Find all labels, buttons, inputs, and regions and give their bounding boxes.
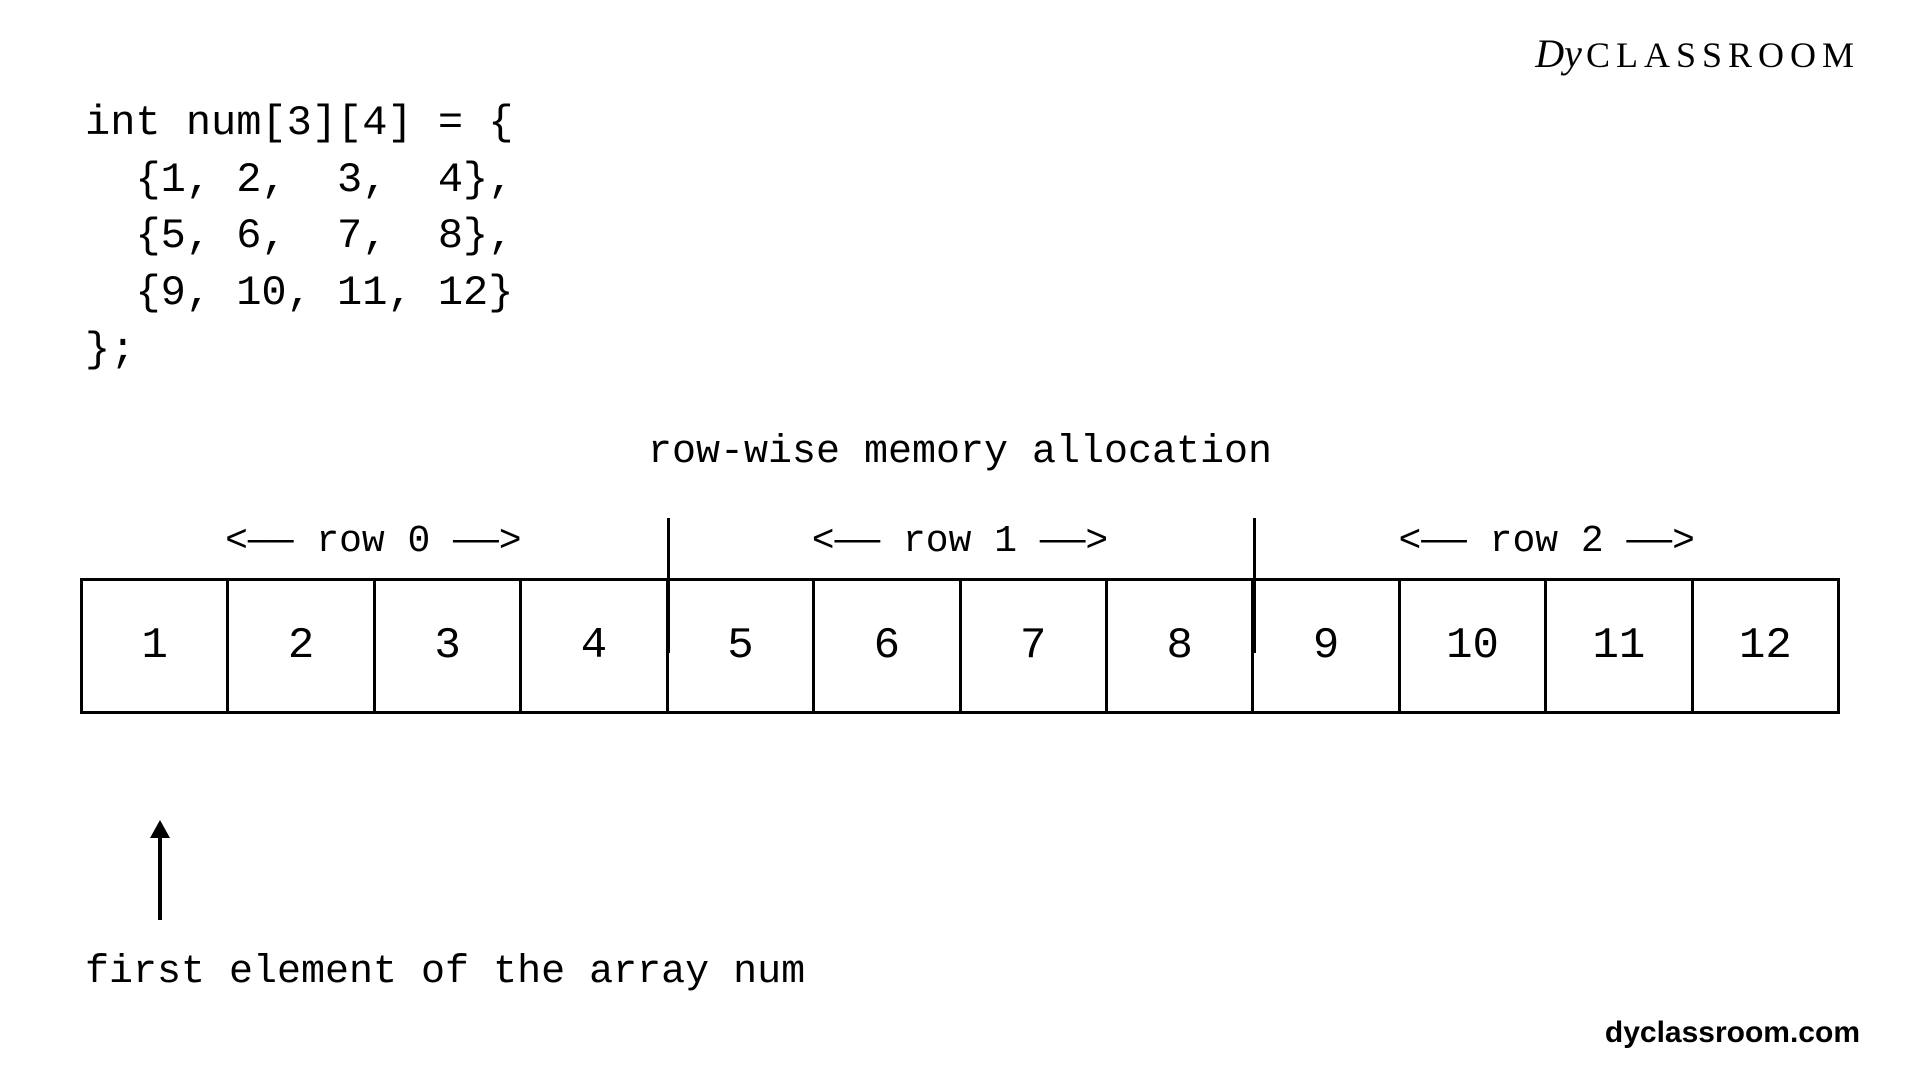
cell-4: 5 — [669, 581, 815, 711]
memory-diagram: <—— row 0 ——> <—— row 1 ——> <—— row 2 ——… — [80, 520, 1840, 714]
code-block: int num[3][4] = { {1, 2, 3, 4}, {5, 6, 7… — [85, 95, 513, 378]
cell-8: 9 — [1254, 581, 1400, 711]
row-labels: <—— row 0 ——> <—— row 1 ——> <—— row 2 ——… — [80, 520, 1840, 563]
first-element-label: first element of the array num — [85, 950, 805, 995]
footer-url: dyclassroom.com — [1605, 1016, 1860, 1050]
cell-9: 10 — [1401, 581, 1547, 711]
logo: DyCLASSROOM — [1535, 30, 1860, 77]
cell-6: 7 — [962, 581, 1108, 711]
row-label-0: <—— row 0 ——> — [80, 520, 667, 563]
arrow-up-icon — [145, 820, 175, 920]
row-label-1: <—— row 1 ——> — [667, 520, 1254, 563]
cell-1: 2 — [229, 581, 375, 711]
diagram-title: row-wise memory allocation — [648, 430, 1272, 475]
cell-5: 6 — [815, 581, 961, 711]
cell-10: 11 — [1547, 581, 1693, 711]
cell-3: 4 — [522, 581, 668, 711]
cell-11: 12 — [1694, 581, 1837, 711]
cell-7: 8 — [1108, 581, 1254, 711]
logo-prefix: Dy — [1535, 31, 1582, 76]
cell-0: 1 — [83, 581, 229, 711]
cell-2: 3 — [376, 581, 522, 711]
memory-cells: 1 2 3 4 5 6 7 8 9 10 11 12 — [80, 578, 1840, 714]
logo-text: CLASSROOM — [1586, 35, 1860, 75]
row-label-2: <—— row 2 ——> — [1253, 520, 1840, 563]
